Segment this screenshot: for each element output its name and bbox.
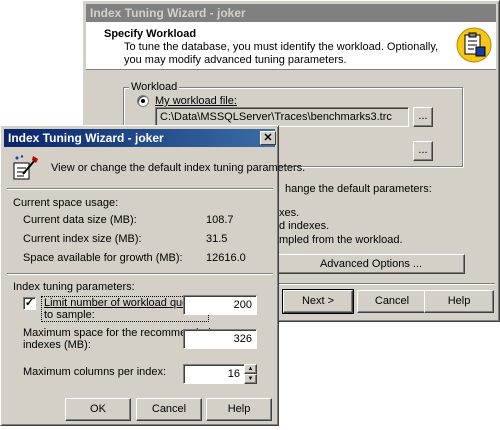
browse-second-button[interactable]: ... — [413, 141, 433, 161]
growth-label: Space available for growth (MB): — [23, 252, 183, 264]
max-space-label-line2: indexes (MB): — [23, 339, 91, 351]
ok-button[interactable]: OK — [65, 398, 131, 421]
params-partial-text: hange the default parameters: — [285, 183, 432, 195]
workload-file-path[interactable]: C:\Data\MSSQLServer\Traces\benchmarks3.t… — [155, 107, 409, 127]
params-partial-text-3: d indexes. — [279, 220, 330, 232]
close-icon[interactable]: ✕ — [260, 131, 276, 145]
workload-file-radio-label[interactable]: My workload file: — [155, 95, 237, 107]
max-columns-input[interactable]: 16 — [183, 364, 245, 384]
back-help-button[interactable]: Help — [424, 290, 494, 313]
back-cancel-button[interactable]: Cancel — [357, 290, 427, 313]
limit-queries-label-line2: to sample: — [44, 309, 95, 321]
limit-queries-checkbox[interactable]: ✓ — [23, 297, 36, 310]
tuning-parameters-dialog: Index Tuning Wizard - joker ✕ View or ch… — [0, 125, 305, 426]
growth-value: 12616.0 — [206, 252, 246, 264]
dialog-intro-text: View or change the default index tuning … — [51, 162, 306, 174]
wizard-clipboard-icon — [456, 27, 492, 63]
index-size-value: 31.5 — [206, 233, 228, 245]
params-heading: Index tuning parameters: — [13, 281, 135, 293]
header-title: Specify Workload — [104, 28, 197, 40]
max-columns-label: Maximum columns per index: — [23, 366, 167, 378]
workload-file-radio[interactable] — [137, 95, 149, 107]
current-space-heading: Current space usage: — [13, 197, 119, 209]
data-size-label: Current data size (MB): — [23, 214, 137, 226]
max-space-input[interactable]: 326 — [183, 329, 257, 349]
limit-queries-label-line1: Limit number of workload queries — [44, 297, 207, 309]
next-button[interactable]: Next > — [282, 289, 354, 314]
tuning-wand-icon — [11, 154, 39, 182]
cancel-button[interactable]: Cancel — [136, 398, 202, 421]
header-description: To tune the database, you must identify … — [124, 41, 439, 66]
help-button[interactable]: Help — [206, 398, 272, 421]
spin-down-icon[interactable]: ▼ — [244, 374, 257, 384]
advanced-options-button[interactable]: Advanced Options ... — [277, 254, 465, 274]
data-size-value: 108.7 — [206, 214, 234, 226]
browse-file-button[interactable]: ... — [413, 107, 433, 127]
workload-groupbox-title: Workload — [129, 81, 180, 93]
limit-queries-input[interactable]: 200 — [183, 295, 257, 315]
spin-up-icon[interactable]: ▲ — [244, 364, 257, 374]
space-separator — [7, 273, 273, 275]
params-partial-text-4: mpled from the workload. — [279, 234, 403, 246]
params-partial-text-2: xes. — [279, 207, 300, 219]
back-header-panel: Specify Workload To tune the database, y… — [86, 22, 496, 70]
max-columns-spinner[interactable]: ▲ ▼ — [244, 364, 257, 384]
intro-separator — [7, 188, 273, 190]
back-window-title: Index Tuning Wizard - joker — [86, 4, 496, 22]
back-bottom-separator — [275, 283, 495, 285]
index-size-label: Current index size (MB): — [23, 233, 142, 245]
dialog-title: Index Tuning Wizard - joker — [4, 129, 275, 147]
